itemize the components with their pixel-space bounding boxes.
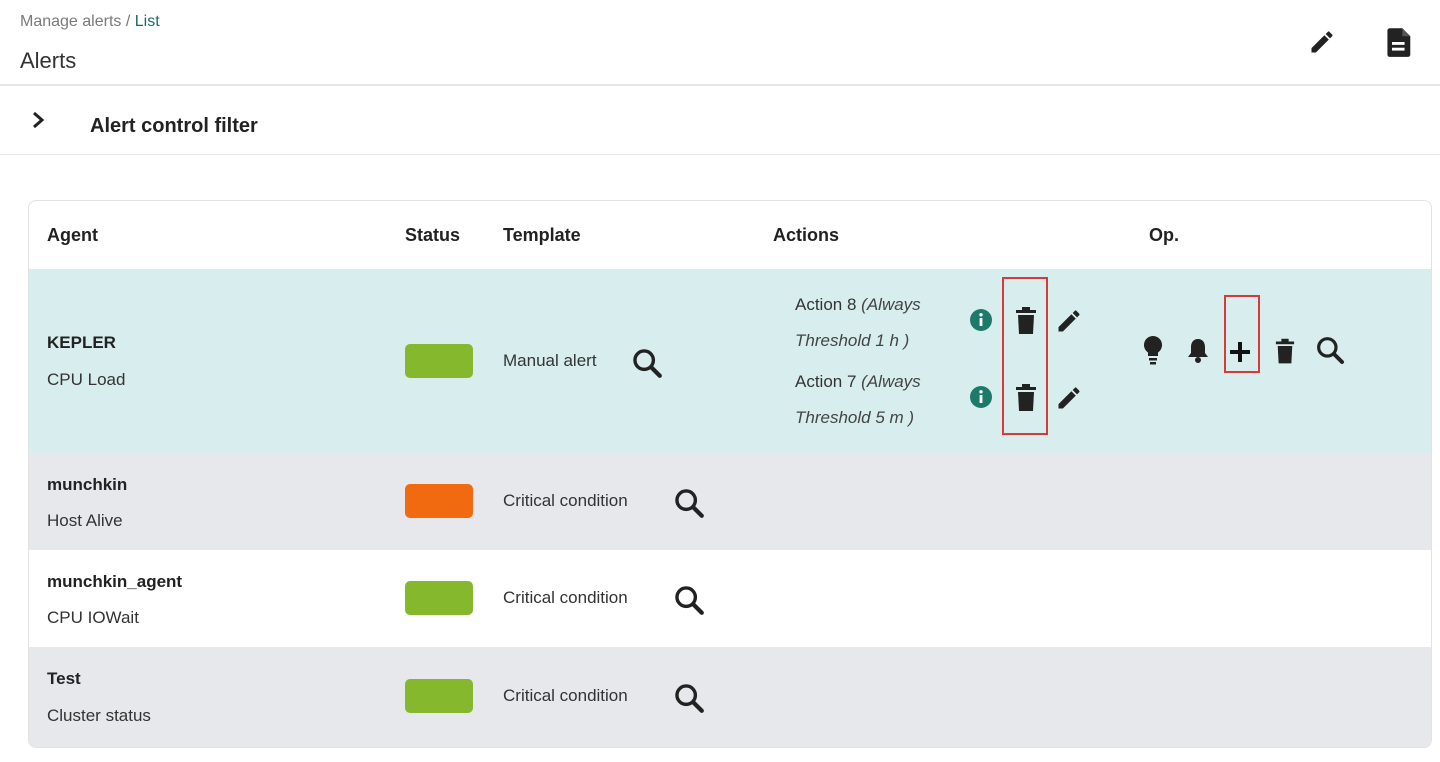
table-row: KEPLER CPU Load Manual alert Action 8 (A…	[29, 269, 1431, 453]
action-detail: (Always	[861, 372, 921, 391]
breadcrumb-current[interactable]: List	[135, 13, 160, 30]
agent-name[interactable]: munchkin	[47, 475, 127, 495]
search-icon[interactable]	[669, 678, 709, 718]
breadcrumb: Manage alerts / List	[20, 13, 160, 31]
pencil-icon[interactable]	[1053, 305, 1085, 337]
search-icon[interactable]	[669, 580, 709, 620]
agent-name[interactable]: KEPLER	[47, 333, 116, 353]
search-icon[interactable]	[627, 343, 667, 383]
column-header-agent: Agent	[47, 225, 98, 245]
column-header-template: Template	[503, 225, 581, 245]
status-badge	[405, 344, 473, 378]
page-header: Manage alerts / List Alerts	[0, 0, 1440, 86]
column-header-status: Status	[405, 225, 461, 245]
status-badge	[405, 679, 473, 713]
pencil-icon[interactable]	[1306, 24, 1338, 60]
agent-name[interactable]: Test	[47, 669, 81, 689]
alerts-table: Agent Status Template Actions Op. KEPLER…	[28, 200, 1432, 748]
table-row: munchkin Host Alive Critical condition	[29, 453, 1431, 550]
action-detail: (Always	[861, 295, 921, 314]
action-detail: Threshold 1 h )	[795, 331, 910, 350]
status-badge	[405, 484, 473, 518]
module-name: Host Alive	[47, 511, 123, 530]
document-icon[interactable]	[1384, 24, 1416, 60]
info-icon[interactable]	[968, 307, 994, 333]
table-row: Test Cluster status Critical condition	[29, 647, 1431, 747]
module-name: CPU Load	[47, 370, 126, 389]
template-name: Critical condition	[503, 588, 628, 607]
action-item: Action 7 (Always	[795, 372, 921, 392]
agent-name[interactable]: munchkin_agent	[47, 572, 182, 592]
table-header: Agent Status Template Actions Op.	[29, 201, 1431, 269]
module-name: Cluster status	[47, 706, 151, 725]
action-name: Action 7	[795, 372, 857, 391]
template-name: Critical condition	[503, 686, 628, 705]
chevron-right-icon[interactable]	[28, 110, 48, 135]
bell-icon[interactable]	[1185, 337, 1211, 365]
action-name: Action 8	[795, 295, 857, 314]
pencil-icon[interactable]	[1053, 382, 1085, 414]
action-detail: Threshold 5 m )	[795, 408, 915, 427]
page-title: Alerts	[20, 48, 77, 73]
module-name: CPU IOWait	[47, 608, 139, 627]
template-name: Critical condition	[503, 491, 628, 510]
lightbulb-icon[interactable]	[1139, 334, 1167, 366]
alert-control-filter[interactable]: Alert control filter	[0, 86, 1440, 155]
column-header-actions: Actions	[773, 225, 840, 245]
search-icon[interactable]	[669, 483, 709, 523]
template-name: Manual alert	[503, 351, 597, 370]
trash-icon[interactable]	[1273, 335, 1297, 367]
action-item: Action 8 (Always	[795, 295, 921, 315]
breadcrumb-parent[interactable]: Manage alerts /	[20, 13, 130, 30]
column-header-op: Op.	[1149, 225, 1179, 245]
filter-title: Alert control filter	[90, 115, 258, 137]
highlight-box	[1224, 295, 1260, 373]
table-row: munchkin_agent CPU IOWait Critical condi…	[29, 550, 1431, 647]
highlight-box	[1002, 277, 1048, 435]
info-icon[interactable]	[968, 384, 994, 410]
status-badge	[405, 581, 473, 615]
search-icon[interactable]	[1311, 331, 1349, 369]
